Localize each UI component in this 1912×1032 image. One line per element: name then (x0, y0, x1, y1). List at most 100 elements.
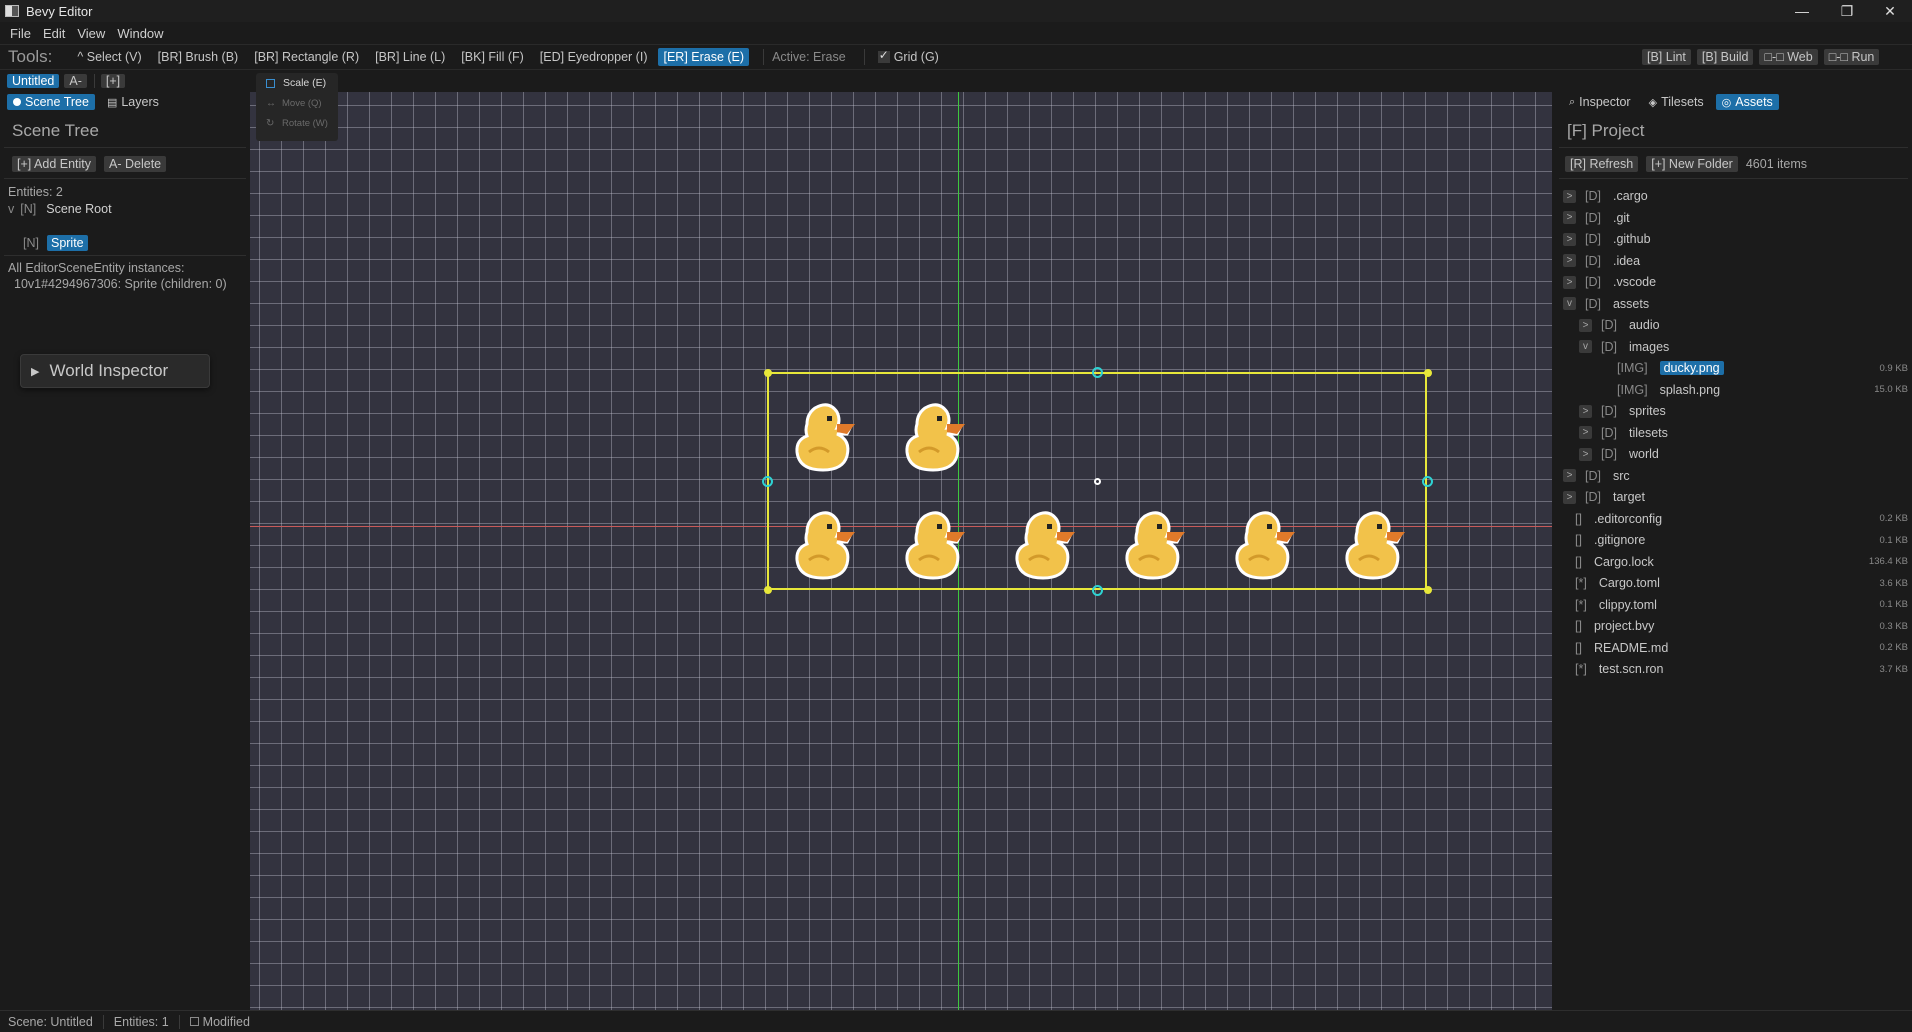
scene-viewport[interactable] (250, 92, 1552, 1010)
tab-layers[interactable]: ▤ Layers (101, 94, 165, 110)
tool-eyedropper-button[interactable]: [ED] Eyedropper (I) (535, 48, 653, 66)
expand-toggle-icon[interactable]: > (1563, 254, 1576, 267)
tool-erase-button[interactable]: [ER] Erase (E) (658, 48, 750, 66)
collapse-toggle-icon[interactable]: v (1563, 297, 1576, 310)
asset-name[interactable]: ducky.png (1659, 361, 1724, 375)
menu-edit[interactable]: Edit (37, 26, 71, 41)
asset-name[interactable]: .editorconfig (1594, 512, 1662, 526)
tab-scene-tree[interactable]: Scene Tree (7, 94, 95, 110)
scene-root-toggle[interactable]: v (8, 202, 14, 216)
asset-tree-row[interactable]: [] .gitignore 0.1 KB (1563, 530, 1908, 550)
asset-tree-row[interactable]: > [D] audio (1579, 315, 1908, 335)
asset-name[interactable]: .idea (1613, 254, 1640, 268)
lint-button[interactable]: [B] Lint (1642, 49, 1691, 65)
asset-tree-row[interactable]: > [D] src (1563, 466, 1908, 486)
world-inspector-window[interactable]: ▶ World Inspector (20, 354, 210, 388)
grid-checkbox-icon[interactable] (877, 48, 890, 63)
scale-handle-bottom-left[interactable] (764, 586, 772, 594)
restore-icon[interactable]: ❐ (1825, 0, 1869, 22)
tab-assets[interactable]: ◎ Assets (1715, 94, 1779, 110)
delete-entity-button[interactable]: A- Delete (104, 156, 167, 172)
scale-handle-bottom[interactable] (1092, 585, 1103, 596)
asset-name[interactable]: Cargo.lock (1594, 555, 1654, 569)
asset-tree-row[interactable]: > [D] .github (1563, 229, 1908, 249)
expand-toggle-icon[interactable]: > (1563, 189, 1576, 203)
build-button[interactable]: [B] Build (1696, 49, 1754, 65)
asset-tree-row[interactable]: [*] Cargo.toml 3.6 KB (1563, 573, 1908, 593)
scene-tab-untitled[interactable]: Untitled (7, 74, 60, 88)
tool-line-button[interactable]: [BR] Line (L) (370, 48, 450, 66)
grid-toggle[interactable]: Grid (G) (873, 48, 944, 66)
asset-name[interactable]: test.scn.ron (1599, 662, 1664, 676)
scale-handle-top[interactable] (1092, 367, 1103, 378)
expand-toggle-icon[interactable]: > (1563, 490, 1576, 504)
asset-name[interactable]: world (1629, 447, 1659, 461)
sprite-entity-label[interactable]: Sprite (46, 235, 88, 251)
duck-sprite[interactable] (1225, 502, 1305, 582)
scene-tab-close-button[interactable]: A- (64, 74, 87, 88)
asset-tree-row[interactable]: v [D] assets (1563, 294, 1908, 314)
duck-sprite[interactable] (895, 502, 975, 582)
add-entity-button[interactable]: [+] Add Entity (12, 156, 97, 172)
asset-name[interactable]: target (1613, 490, 1645, 504)
tree-row-scene-root[interactable]: v [N] Scene Root (0, 199, 250, 219)
asset-tree-row[interactable]: v [D] images (1579, 337, 1908, 357)
asset-name[interactable]: images (1629, 340, 1669, 354)
asset-tree-row[interactable]: [] Cargo.lock 136.4 KB (1563, 552, 1908, 572)
asset-name[interactable]: clippy.toml (1599, 598, 1657, 612)
duck-sprite[interactable] (785, 502, 865, 582)
asset-name[interactable]: audio (1629, 318, 1660, 332)
asset-name[interactable]: README.md (1594, 641, 1668, 655)
asset-tree-row[interactable]: [*] clippy.toml 0.1 KB (1563, 595, 1908, 615)
asset-name[interactable]: .gitignore (1594, 533, 1645, 547)
tool-fill-button[interactable]: [BK] Fill (F) (456, 48, 529, 66)
gizmo-scale-option[interactable]: Scale (E) (256, 73, 338, 93)
asset-name[interactable]: .github (1613, 232, 1651, 246)
collapse-toggle-icon[interactable]: v (1579, 340, 1592, 353)
asset-name[interactable]: .cargo (1613, 189, 1648, 203)
menu-window[interactable]: Window (111, 26, 169, 41)
asset-name[interactable]: .git (1613, 211, 1630, 225)
asset-name[interactable]: tilesets (1629, 426, 1668, 440)
asset-name[interactable]: src (1613, 469, 1630, 483)
run-button[interactable]: □-□ Run (1823, 49, 1880, 65)
close-icon[interactable]: ✕ (1868, 0, 1912, 22)
asset-tree-row[interactable]: > [D] world (1579, 444, 1908, 464)
expand-toggle-icon[interactable]: > (1579, 447, 1592, 461)
asset-name[interactable]: splash.png (1660, 383, 1720, 397)
asset-name[interactable]: .vscode (1613, 275, 1656, 289)
tab-tilesets[interactable]: ◈ Tilesets (1643, 94, 1710, 110)
refresh-button[interactable]: [R] Refresh (1565, 156, 1639, 172)
asset-tree-row[interactable]: [*] test.scn.ron 3.7 KB (1563, 659, 1908, 679)
duck-sprite[interactable] (1335, 502, 1415, 582)
asset-tree-row[interactable]: [IMG] ducky.png 0.9 KB (1595, 358, 1908, 378)
menu-file[interactable]: File (4, 26, 37, 41)
expand-toggle-icon[interactable]: > (1579, 404, 1592, 418)
asset-tree-row[interactable]: [] .editorconfig 0.2 KB (1563, 509, 1908, 529)
duck-sprite[interactable] (1005, 502, 1085, 582)
tool-rectangle-button[interactable]: [BR] Rectangle (R) (249, 48, 364, 66)
asset-tree-row[interactable]: [IMG] splash.png 15.0 KB (1595, 380, 1908, 400)
minimize-icon[interactable]: — (1780, 0, 1824, 22)
asset-tree-row[interactable]: > [D] target (1563, 487, 1908, 507)
tool-select-button[interactable]: ^ Select (V) (72, 48, 146, 66)
duck-sprite[interactable] (785, 394, 865, 474)
scale-handle-top-right[interactable] (1424, 369, 1432, 377)
web-button[interactable]: □-□ Web (1759, 49, 1818, 65)
expand-toggle-icon[interactable]: > (1579, 426, 1592, 439)
tool-brush-button[interactable]: [BR] Brush (B) (153, 48, 244, 66)
asset-name[interactable]: sprites (1629, 404, 1666, 418)
expand-toggle-icon[interactable]: > (1563, 211, 1576, 224)
expand-toggle-icon[interactable]: > (1563, 275, 1576, 289)
scale-handle-left[interactable] (762, 476, 773, 487)
duck-sprite[interactable] (895, 394, 975, 474)
asset-tree-row[interactable]: > [D] tilesets (1579, 423, 1908, 443)
new-scene-tab-button[interactable]: [+] (100, 74, 126, 88)
expand-toggle-icon[interactable]: > (1579, 318, 1592, 332)
expand-toggle-icon[interactable]: > (1563, 469, 1576, 482)
gizmo-rotate-option[interactable]: ↻ Rotate (W) (256, 113, 338, 133)
asset-name[interactable]: Cargo.toml (1599, 576, 1660, 590)
expand-arrow-icon[interactable]: ▶ (31, 365, 39, 378)
tab-inspector[interactable]: ⌕ Inspector (1563, 94, 1637, 110)
scale-handle-top-left[interactable] (764, 369, 772, 377)
